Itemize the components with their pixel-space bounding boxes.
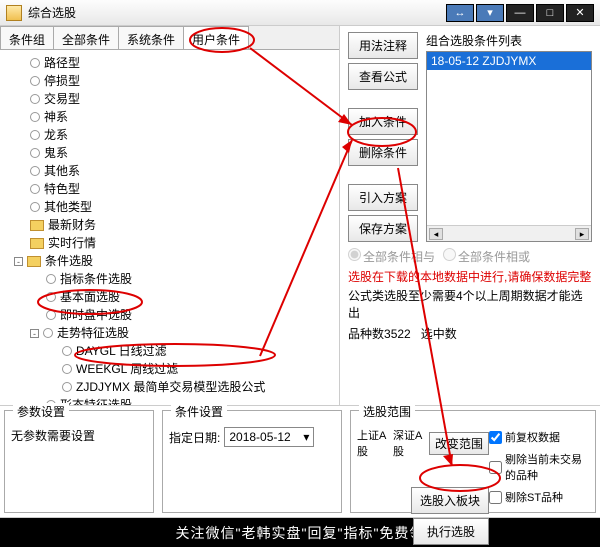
- key-icon: [30, 202, 40, 212]
- chk-fq[interactable]: 前复权数据: [489, 429, 560, 445]
- window-title: 综合选股: [28, 4, 76, 21]
- right-pane: 用法注释 查看公式 加入条件 删除条件 引入方案 保存方案 组合选股条件列表 1…: [340, 26, 600, 405]
- key-icon: [30, 184, 40, 194]
- scroll-left-icon[interactable]: ◂: [429, 228, 443, 240]
- key-icon: [62, 382, 72, 392]
- tree-folder[interactable]: 条件选股: [45, 252, 93, 270]
- app-icon: [6, 5, 22, 21]
- market-label: 上证A股: [357, 427, 389, 459]
- view-formula-button[interactable]: 查看公式: [348, 63, 418, 90]
- folder-icon: [27, 256, 41, 267]
- tabs: 条件组 全部条件 系统条件 用户条件: [0, 26, 339, 50]
- tree-item[interactable]: 鬼系: [44, 144, 68, 162]
- left-pane: 条件组 全部条件 系统条件 用户条件 路径型 停损型 交易型 神系 龙系 鬼系 …: [0, 26, 340, 405]
- tree-item[interactable]: 龙系: [44, 126, 68, 144]
- tree[interactable]: 路径型 停损型 交易型 神系 龙系 鬼系 其他系 特色型 其他类型 最新财务 实…: [0, 50, 339, 405]
- key-icon: [30, 76, 40, 86]
- import-plan-button[interactable]: 引入方案: [348, 184, 418, 211]
- key-icon: [30, 130, 40, 140]
- key-icon: [30, 112, 40, 122]
- chk-st[interactable]: 剔除ST品种: [489, 489, 563, 505]
- date-label: 指定日期:: [169, 429, 220, 446]
- del-cond-button[interactable]: 删除条件: [348, 139, 418, 166]
- tree-item[interactable]: 其他系: [44, 162, 80, 180]
- group-range: 选股范围 上证A股 深证A股 改变范围 选股入板块 执行选股 前复权数据 剔除当…: [350, 410, 596, 513]
- group-param: 参数设置 无参数需要设置: [4, 410, 154, 513]
- folder-icon: [30, 238, 44, 249]
- tree-item[interactable]: 指标条件选股: [60, 270, 132, 288]
- tree-item[interactable]: 神系: [44, 108, 68, 126]
- key-icon: [46, 274, 56, 284]
- titlebar: 综合选股 ↔ ▾ — □ ✕: [0, 0, 600, 26]
- tree-item[interactable]: DAYGL 日线过滤: [76, 342, 167, 360]
- add-cond-button[interactable]: 加入条件: [348, 108, 418, 135]
- group-cond: 条件设置 指定日期: 2018-05-12 ▾: [162, 410, 342, 513]
- tree-folder[interactable]: 最新财务: [48, 216, 96, 234]
- scroll-right-icon[interactable]: ▸: [575, 228, 589, 240]
- cond-list[interactable]: 18-05-12 ZJDJYMX ◂ ▸: [426, 51, 592, 242]
- tree-item[interactable]: WEEKGL 周线过滤: [76, 360, 178, 378]
- tree-item[interactable]: 基本面选股: [60, 288, 120, 306]
- usage-button[interactable]: 用法注释: [348, 32, 418, 59]
- tree-item[interactable]: 形态特征选股: [60, 396, 132, 405]
- key-icon: [30, 166, 40, 176]
- chevron-down-icon[interactable]: ▾: [303, 430, 309, 444]
- change-range-button[interactable]: 改变范围: [429, 432, 489, 455]
- radio-or[interactable]: 全部条件相或: [443, 248, 530, 265]
- key-icon: [30, 94, 40, 104]
- list-item[interactable]: 18-05-12 ZJDJYMX: [427, 52, 591, 70]
- save-plan-button[interactable]: 保存方案: [348, 215, 418, 242]
- tree-item[interactable]: ZJDJYMX 最简单交易模型选股公式: [76, 378, 265, 396]
- to-block-button[interactable]: 选股入板块: [411, 487, 489, 514]
- date-input[interactable]: 2018-05-12 ▾: [224, 427, 314, 447]
- collapse-icon[interactable]: -: [14, 257, 23, 266]
- tree-item[interactable]: 即时盘中选股: [60, 306, 132, 324]
- tree-item[interactable]: 路径型: [44, 54, 80, 72]
- tab-condgroup[interactable]: 条件组: [0, 26, 54, 49]
- market-label: 深证A股: [393, 427, 425, 459]
- tab-syscond[interactable]: 系统条件: [118, 26, 184, 49]
- key-icon: [62, 346, 72, 356]
- param-text: 无参数需要设置: [11, 427, 147, 444]
- key-icon: [30, 58, 40, 68]
- tree-item[interactable]: 特色型: [44, 180, 80, 198]
- radio-and[interactable]: 全部条件相与: [348, 248, 435, 265]
- tree-item[interactable]: 停损型: [44, 72, 80, 90]
- key-icon: [46, 292, 56, 302]
- run-button[interactable]: 执行选股: [413, 518, 489, 545]
- key-icon: [43, 328, 53, 338]
- close-button[interactable]: ✕: [566, 4, 594, 22]
- tab-allcond[interactable]: 全部条件: [53, 26, 119, 49]
- tree-item[interactable]: 交易型: [44, 90, 80, 108]
- tree-item[interactable]: 走势特征选股: [57, 324, 129, 342]
- winbtn-extra1[interactable]: ↔: [446, 4, 474, 22]
- hint-red: 选股在下载的本地数据中进行,请确保数据完整: [348, 269, 592, 285]
- winbtn-extra2[interactable]: ▾: [476, 4, 504, 22]
- chk-stop[interactable]: 剔除当前未交易的品种: [489, 451, 589, 483]
- list-label: 组合选股条件列表: [426, 32, 592, 49]
- key-icon: [46, 310, 56, 320]
- tab-usercond[interactable]: 用户条件: [183, 26, 249, 49]
- tree-item[interactable]: 其他类型: [44, 198, 92, 216]
- tree-folder[interactable]: 实时行情: [48, 234, 96, 252]
- count-row: 品种数3522 选中数: [348, 325, 592, 342]
- key-icon: [30, 148, 40, 158]
- folder-icon: [30, 220, 44, 231]
- scrollbar-x[interactable]: ◂ ▸: [427, 225, 591, 241]
- key-icon: [62, 364, 72, 374]
- hint-info: 公式类选股至少需要4个以上周期数据才能选出: [348, 287, 592, 321]
- bottom-panels: 参数设置 无参数需要设置 条件设置 指定日期: 2018-05-12 ▾ 选股范…: [0, 406, 600, 518]
- minimize-button[interactable]: —: [506, 4, 534, 22]
- maximize-button[interactable]: □: [536, 4, 564, 22]
- collapse-icon[interactable]: -: [30, 329, 39, 338]
